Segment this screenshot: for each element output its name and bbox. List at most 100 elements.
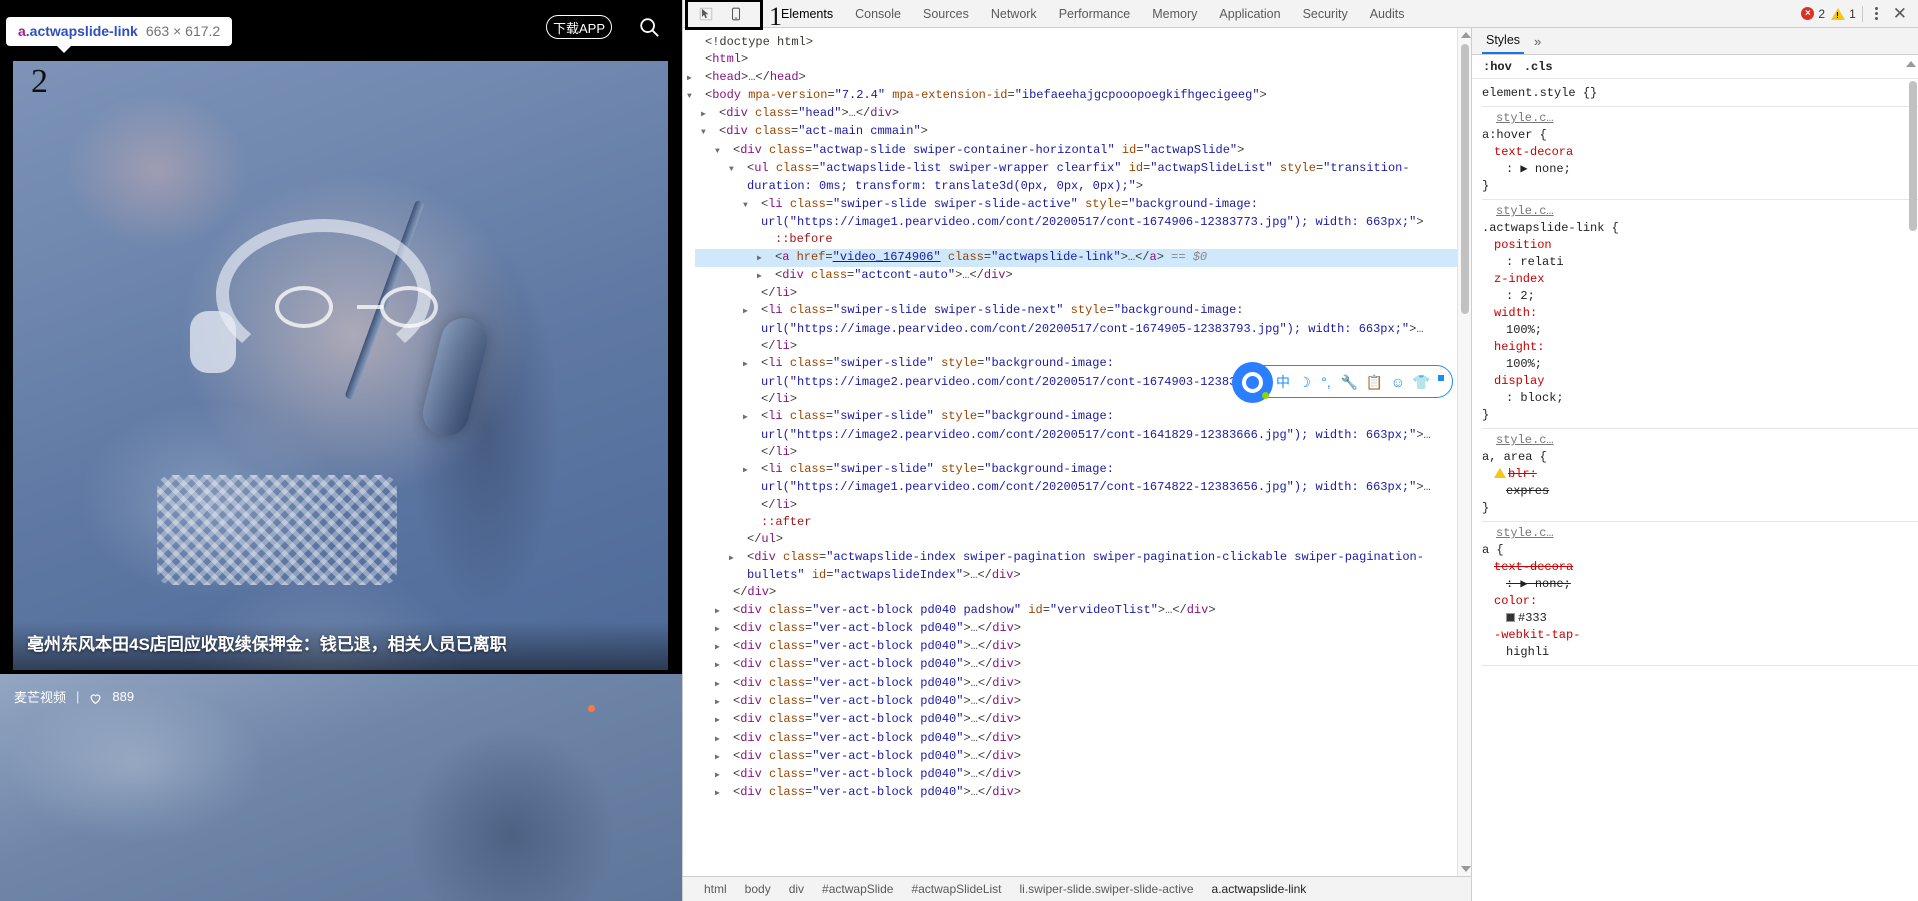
styles-rules-list[interactable]: element.style {} style.c… a:hover {text-de… xyxy=(1472,79,1918,901)
style-value[interactable]: 100%; xyxy=(1482,322,1918,339)
dom-tree-row[interactable]: ▼ <div class="actwap-slide swiper-contain… xyxy=(695,142,1457,160)
style-value[interactable]: : 2; xyxy=(1482,288,1918,305)
style-value[interactable]: expres xyxy=(1482,483,1918,500)
style-rule-source[interactable]: style.c… xyxy=(1482,203,1918,220)
style-rule[interactable]: style.c… a { text-decora: ▶ none; color: #33… xyxy=(1482,522,1918,666)
breadcrumb-item-html[interactable]: html xyxy=(695,882,736,896)
style-value[interactable]: 100%; xyxy=(1482,356,1918,373)
dom-tree-row[interactable]: ▶ <li class="swiper-slide" style="backgro… xyxy=(695,461,1457,514)
dom-tree-row[interactable]: ▶ <div class="ver-act-block pd040">…</div… xyxy=(695,784,1457,802)
dom-tree-row[interactable]: ▶ <div class="ver-act-block pd040 padshow… xyxy=(695,602,1457,620)
style-rule-source[interactable]: style.c… xyxy=(1482,525,1918,542)
style-property[interactable]: height: xyxy=(1482,339,1918,356)
style-rule[interactable]: style.c… a, area {blr: expres} xyxy=(1482,429,1918,522)
dom-tree-row[interactable]: ▶ <div class="ver-act-block pd040">…</div… xyxy=(695,730,1457,748)
color-swatch[interactable] xyxy=(1506,613,1515,622)
breadcrumb-item-actwapslidelist[interactable]: #actwapSlideList xyxy=(902,882,1010,896)
scroll-down-icon[interactable] xyxy=(1461,866,1471,872)
cursor-inspect-icon[interactable] xyxy=(693,3,719,25)
browser-assistant-toolbar[interactable]: 中 ☽ °, 🔧 📋 ☺ 👕 xyxy=(1232,362,1453,403)
tab-network[interactable]: Network xyxy=(980,0,1048,27)
scroll-up-icon[interactable] xyxy=(1461,32,1471,38)
style-value[interactable]: : block; xyxy=(1482,390,1918,407)
dom-tree-row[interactable]: </li> xyxy=(695,285,1457,302)
dom-tree-row[interactable]: ▶ <li class="swiper-slide swiper-slide-ne… xyxy=(695,302,1457,355)
dom-tree[interactable]: <!doctype html> <html> ▶ <head>…</head> ▼ <bo… xyxy=(683,28,1471,876)
wrench-icon[interactable]: 🔧 xyxy=(1340,375,1357,389)
dom-tree-row-selected[interactable]: ···▶<a href="video_1674906" class="actwa… xyxy=(695,248,1457,267)
device-toggle-icon[interactable] xyxy=(723,3,749,25)
dom-tree-row[interactable]: ▶ <div class="actwapslide-index swiper-pa… xyxy=(695,549,1457,585)
style-rule[interactable]: style.c… a:hover {text-decora: ▶ none;} xyxy=(1482,107,1918,200)
dom-tree-row[interactable]: ▶ <div class="ver-act-block pd040">…</div… xyxy=(695,711,1457,729)
style-value[interactable]: : ▶ none; xyxy=(1482,576,1918,593)
dom-tree-row[interactable]: ▼ <li class="swiper-slide swiper-slide-ac… xyxy=(695,196,1457,232)
breadcrumb-item-actwapslide[interactable]: #actwapSlide xyxy=(813,882,902,896)
style-rule-source[interactable]: style.c… xyxy=(1482,432,1918,449)
dom-tree-row[interactable]: ▶ <div class="ver-act-block pd040">…</div… xyxy=(695,620,1457,638)
scrollbar-thumb[interactable] xyxy=(1461,44,1469,314)
dom-tree-row[interactable]: ▶ <div class="ver-act-block pd040">…</div… xyxy=(695,638,1457,656)
clipboard-icon[interactable]: 📋 xyxy=(1365,375,1382,389)
style-property[interactable]: text-decora xyxy=(1482,559,1918,576)
tab-memory[interactable]: Memory xyxy=(1141,0,1208,27)
style-rule-selector[interactable]: a, area { xyxy=(1482,450,1547,464)
dom-tree-row[interactable]: </ul> xyxy=(695,531,1457,548)
styles-scrollbar[interactable] xyxy=(1908,79,1918,901)
dom-tree-row[interactable]: ▼ <ul class="actwapslide-list swiper-wrap… xyxy=(695,160,1457,196)
dom-tree-row[interactable]: ▶ <div class="ver-act-block pd040">…</div… xyxy=(695,693,1457,711)
device-emulation-viewport[interactable]: 下载APP 亳州东风本田4S店回应收取续保押金：钱已退，相关人员已离职 麦芒视频… xyxy=(0,0,682,901)
style-property[interactable]: blr: xyxy=(1482,466,1918,483)
styles-scrollbar-thumb[interactable] xyxy=(1909,81,1917,231)
dom-tree-row[interactable]: ▶ <div class="ver-act-block pd040">…</div… xyxy=(695,675,1457,693)
tab-console[interactable]: Console xyxy=(844,0,912,27)
dom-tree-row[interactable]: ▼ <body mpa-version="7.2.4" mpa-extension… xyxy=(687,87,1457,105)
dom-tree-row[interactable]: <!doctype html> xyxy=(695,34,1457,51)
dom-tree-row[interactable]: ::before xyxy=(695,231,1457,248)
dom-tree-row[interactable]: </div> xyxy=(695,584,1457,601)
comma-icon[interactable]: °, xyxy=(1319,375,1332,389)
style-property[interactable]: display xyxy=(1482,373,1918,390)
moon-icon[interactable]: ☽ xyxy=(1298,375,1311,389)
tab-application[interactable]: Application xyxy=(1208,0,1291,27)
chinese-input-icon[interactable]: 中 xyxy=(1276,375,1290,389)
close-icon[interactable]: ✕ xyxy=(1891,5,1909,22)
tab-styles[interactable]: Styles xyxy=(1482,28,1525,54)
style-property[interactable]: width: xyxy=(1482,305,1918,322)
dom-tree-row[interactable]: ▶ <head>…</head> xyxy=(687,69,1457,87)
style-value[interactable]: #333 xyxy=(1482,610,1918,627)
tab-sources[interactable]: Sources xyxy=(912,0,980,27)
style-value[interactable]: : ▶ none; xyxy=(1482,161,1918,178)
tab-security[interactable]: Security xyxy=(1292,0,1359,27)
breadcrumb-item-li-swiper-slide[interactable]: li.swiper-slide.swiper-slide-active xyxy=(1011,882,1203,896)
style-rule-selector[interactable]: a:hover { xyxy=(1482,128,1547,142)
dom-tree-row[interactable]: ▶ <div class="ver-act-block pd040">…</div… xyxy=(695,748,1457,766)
style-rule[interactable]: element.style {} xyxy=(1482,82,1918,107)
qq-browser-logo-icon[interactable] xyxy=(1232,362,1273,403)
style-property[interactable]: color: xyxy=(1482,593,1918,610)
smiley-icon[interactable]: ☺ xyxy=(1391,375,1405,389)
cls-filter-button[interactable]: .cls xyxy=(1524,60,1553,74)
warning-badge[interactable]: 1 xyxy=(1831,7,1856,21)
style-rule-selector[interactable]: a { xyxy=(1482,543,1504,557)
chevron-double-right-icon[interactable]: » xyxy=(1534,34,1541,49)
grid-icon[interactable] xyxy=(1437,374,1452,389)
breadcrumb-item-body[interactable]: body xyxy=(736,882,780,896)
style-value[interactable]: : relati xyxy=(1482,254,1918,271)
dom-tree-row[interactable]: ▶ <div class="ver-act-block pd040">…</div… xyxy=(695,766,1457,784)
dom-tree-row[interactable]: <html> xyxy=(695,51,1457,68)
styles-scroll-up-icon[interactable] xyxy=(1906,61,1916,67)
style-value[interactable]: highli xyxy=(1482,644,1918,661)
style-property[interactable]: -webkit-tap- xyxy=(1482,627,1918,644)
dom-tree-row[interactable]: ▶ <div class="head">…</div> xyxy=(695,105,1457,123)
tab-audits[interactable]: Audits xyxy=(1359,0,1416,27)
breadcrumb-item-div[interactable]: div xyxy=(780,882,813,896)
style-rule-selector[interactable]: .actwapslide-link { xyxy=(1482,221,1619,235)
style-property[interactable]: z-index xyxy=(1482,271,1918,288)
dom-scrollbar[interactable] xyxy=(1457,28,1471,876)
dom-tree-row[interactable]: ::after xyxy=(695,514,1457,531)
dom-tree-row[interactable]: ▶ <div class="ver-act-block pd040">…</div… xyxy=(695,656,1457,674)
style-rule-selector[interactable]: element.style { xyxy=(1482,86,1590,100)
style-property[interactable]: position xyxy=(1482,237,1918,254)
pagination-dot[interactable] xyxy=(588,705,595,712)
